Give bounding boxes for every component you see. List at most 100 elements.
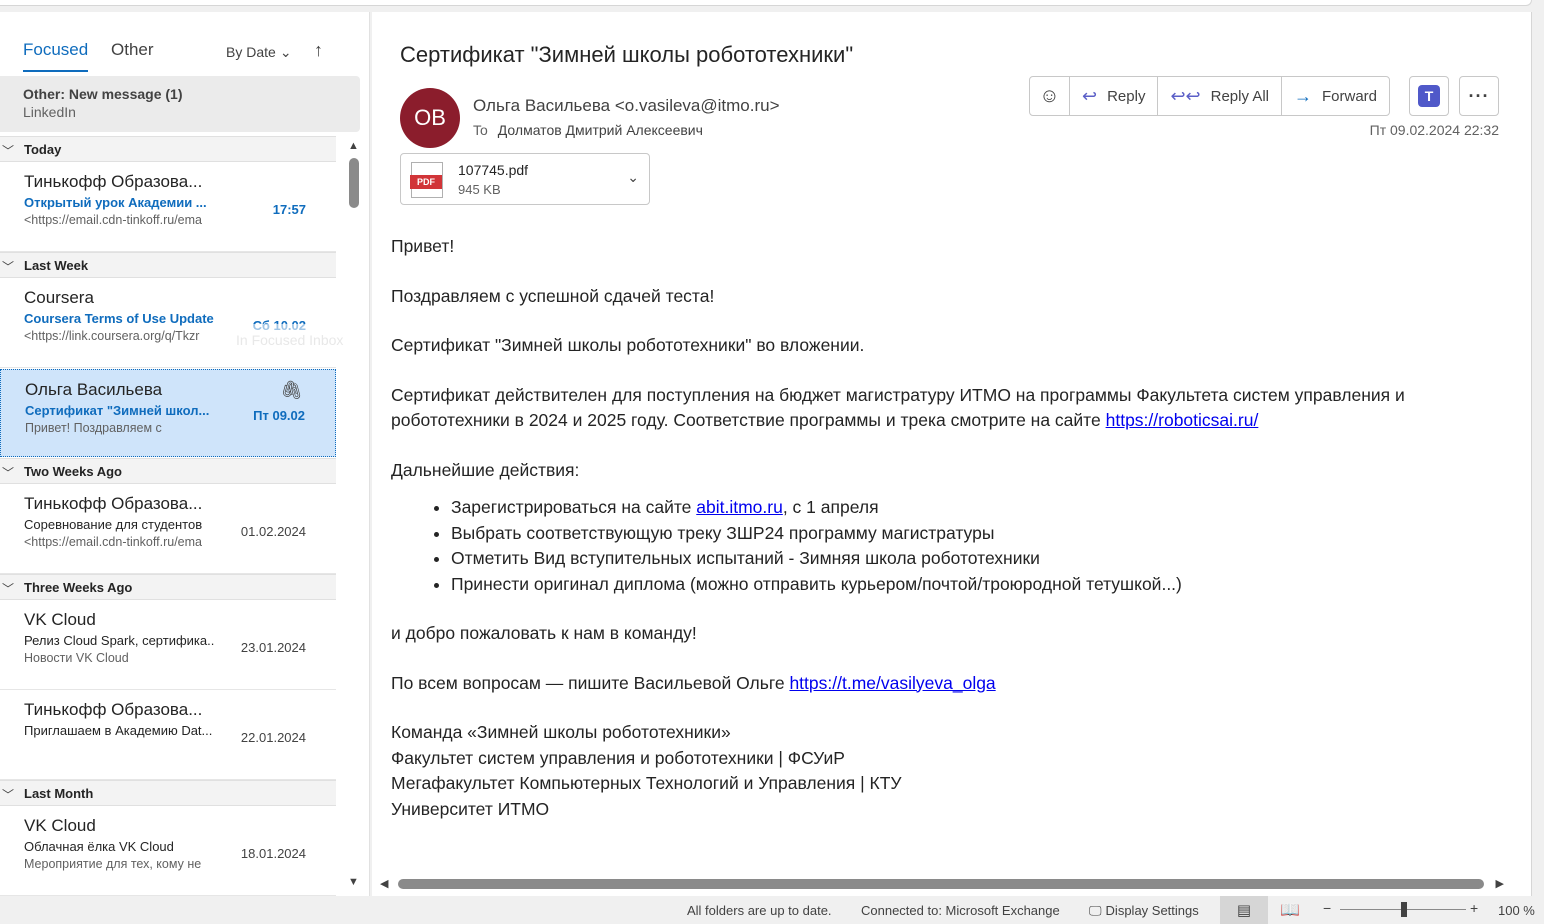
group-header-last-week[interactable]: ﹀ Last Week: [0, 252, 336, 278]
mail-subject: Сертификат "Зимней школы робототехники": [400, 42, 854, 67]
reply-button[interactable]: ↩ Reply: [1070, 77, 1159, 115]
group-header-today[interactable]: ﹀ Today: [0, 136, 336, 162]
paperclip-icon: 🖇: [280, 380, 303, 400]
signature: Команда «Зимней школы робототехники» Фак…: [391, 720, 1501, 822]
list-item[interactable]: VK Cloud Облачная ёлка VK Cloud Мероприя…: [0, 806, 336, 896]
list-item[interactable]: VK Cloud Релиз Cloud Spark, сертифика...…: [0, 600, 336, 690]
normal-view-button[interactable]: ▤: [1220, 896, 1268, 924]
scroll-up-icon[interactable]: ▲: [348, 140, 359, 152]
mail-body: Привет! Поздравляем с успешной сдачей те…: [391, 234, 1501, 822]
pdf-file-icon: PDF: [410, 162, 443, 198]
recipient-line: To Долматов Дмитрий Алексеевич: [473, 122, 703, 138]
reading-pane: Сертификат "Зимней школы робототехники" …: [372, 12, 1532, 896]
reply-all-label: Reply All: [1210, 87, 1269, 105]
message-sender: VK Cloud: [24, 610, 96, 629]
react-button[interactable]: ☺: [1030, 77, 1070, 115]
scrollbar-thumb[interactable]: [398, 879, 1484, 889]
message-sender: Тинькофф Образова...: [24, 700, 203, 719]
abit-link[interactable]: abit.itmo.ru: [696, 497, 783, 517]
to-label: To: [473, 122, 488, 138]
message-subject: Релиз Cloud Spark, сертифика...: [24, 633, 214, 648]
teams-button[interactable]: T: [1409, 76, 1449, 116]
message-preview: Новости VK Cloud: [24, 651, 129, 665]
group-header-last-month[interactable]: ﹀ Last Month: [0, 780, 336, 806]
group-header-two-weeks-ago[interactable]: ﹀ Two Weeks Ago: [0, 458, 336, 484]
scrollbar-thumb[interactable]: [349, 158, 359, 208]
group-label: Two Weeks Ago: [24, 464, 122, 479]
other-inbox-banner[interactable]: Other: New message (1) LinkedIn: [0, 76, 360, 132]
reading-view-button[interactable]: 📖: [1280, 900, 1300, 920]
scroll-right-icon[interactable]: ▶: [1496, 877, 1504, 890]
list-item[interactable]: Тинькофф Образова... Приглашаем в Академ…: [0, 690, 336, 780]
message-sender: Тинькофф Образова...: [24, 172, 203, 191]
more-actions-button[interactable]: ···: [1459, 76, 1499, 116]
more-icon: ···: [1468, 85, 1490, 106]
step-text: Зарегистрироваться на сайте: [451, 497, 697, 517]
sort-direction-icon[interactable]: ↑: [314, 40, 323, 61]
smiley-icon: ☺: [1039, 84, 1060, 107]
tab-other[interactable]: Other: [111, 40, 154, 60]
telegram-link[interactable]: https://t.me/vasilyeva_olga: [789, 673, 995, 693]
zoom-out-button[interactable]: −: [1323, 900, 1331, 916]
avatar[interactable]: OB: [400, 88, 460, 148]
message-sender: Тинькофф Образова...: [24, 494, 203, 513]
sync-status: All folders are up to date.: [687, 903, 832, 918]
message-preview: Мероприятие для тех, кому не: [24, 857, 202, 871]
group-label: Three Weeks Ago: [24, 580, 133, 595]
list-item: Выбрать соответствующую треку ЗШР24 прог…: [451, 521, 1501, 547]
attachment-card[interactable]: PDF 107745.pdf 945 KB ⌄: [400, 153, 650, 205]
reply-all-icon: ↩↩: [1170, 85, 1201, 106]
reply-icon: ↩: [1082, 85, 1098, 106]
roboticsai-link[interactable]: https://roboticsai.ru/: [1106, 410, 1259, 430]
other-banner-subtitle: LinkedIn: [23, 104, 76, 120]
message-subject: Сертификат "Зимней школ...: [25, 403, 210, 418]
chevron-down-icon[interactable]: ⌄: [627, 169, 639, 186]
signature-line: Факультет систем управления и робототехн…: [391, 747, 845, 768]
reply-label: Reply: [1107, 87, 1146, 105]
steps-list: Зарегистрироваться на сайте abit.itmo.ru…: [451, 495, 1501, 597]
body-validity: Сертификат действителен для поступления …: [391, 383, 1501, 434]
teams-icon: T: [1418, 85, 1440, 107]
mail-date: Пт 09.02.2024 22:32: [1369, 122, 1499, 138]
recipient-name[interactable]: Долматов Дмитрий Алексеевич: [498, 122, 703, 138]
group-label: Today: [24, 142, 62, 157]
message-subject: Приглашаем в Академию Dat...: [24, 723, 213, 738]
message-preview: Привет! Поздравляем с: [25, 421, 162, 435]
forward-label: Forward: [1321, 87, 1377, 105]
message-date: 17:57: [272, 202, 306, 217]
body-next-steps: Дальнейшие действия:: [391, 459, 580, 480]
chevron-down-icon: ﹀: [2, 144, 15, 158]
scroll-left-icon[interactable]: ◀: [380, 877, 388, 890]
zoom-level[interactable]: 100 %: [1498, 903, 1535, 918]
zoom-in-button[interactable]: +: [1470, 900, 1478, 916]
horizontal-scrollbar[interactable]: ◀ ▶: [380, 876, 1504, 892]
list-item[interactable]: Тинькофф Образова... Открытый урок Акаде…: [0, 162, 336, 252]
reply-all-button[interactable]: ↩↩ Reply All: [1158, 77, 1282, 115]
zoom-slider-thumb[interactable]: [1401, 902, 1407, 917]
status-bar: All folders are up to date. Connected to…: [0, 896, 1544, 924]
sort-by-dropdown[interactable]: By Date ⌄: [226, 44, 292, 61]
message-sender: Ольга Васильева: [25, 380, 163, 399]
signature-line: Мегафакультет Компьютерных Технологий и …: [391, 773, 902, 793]
list-item: Принести оригинал диплома (можно отправи…: [451, 572, 1501, 598]
mail-action-bar: ☺ ↩ Reply ↩↩ Reply All → Forward: [1029, 76, 1390, 116]
list-item-selected[interactable]: Ольга Васильева Сертификат "Зимней школ.…: [0, 369, 336, 457]
step-text: , с 1 апреля: [782, 497, 879, 517]
message-sender: VK Cloud: [24, 816, 96, 835]
display-settings-button[interactable]: 🖵 Display Settings: [1089, 903, 1199, 919]
message-date: 22.01.2024: [240, 730, 306, 745]
body-questions: По всем вопросам — пишите Васильевой Оль…: [391, 671, 1501, 697]
list-scrollbar[interactable]: ▲ ▼: [344, 136, 364, 896]
chevron-down-icon: ﹀: [2, 260, 15, 274]
group-header-three-weeks-ago[interactable]: ﹀ Three Weeks Ago: [0, 574, 336, 600]
message-subject: Облачная ёлка VK Cloud: [24, 839, 174, 854]
message-date: 23.01.2024: [240, 640, 306, 655]
signature-line: Университет ИТМО: [391, 798, 550, 819]
list-item[interactable]: Тинькофф Образова... Соревнование для ст…: [0, 484, 336, 574]
message-preview: <https://link.coursera.org/q/Tkzr: [24, 329, 200, 343]
scroll-down-icon[interactable]: ▼: [348, 876, 359, 888]
message-subject: Соревнование для студентов: [24, 517, 203, 532]
tab-focused[interactable]: Focused: [23, 40, 89, 72]
forward-button[interactable]: → Forward: [1282, 77, 1389, 115]
sender-address[interactable]: Ольга Васильева <o.vasileva@itmo.ru>: [473, 96, 780, 116]
